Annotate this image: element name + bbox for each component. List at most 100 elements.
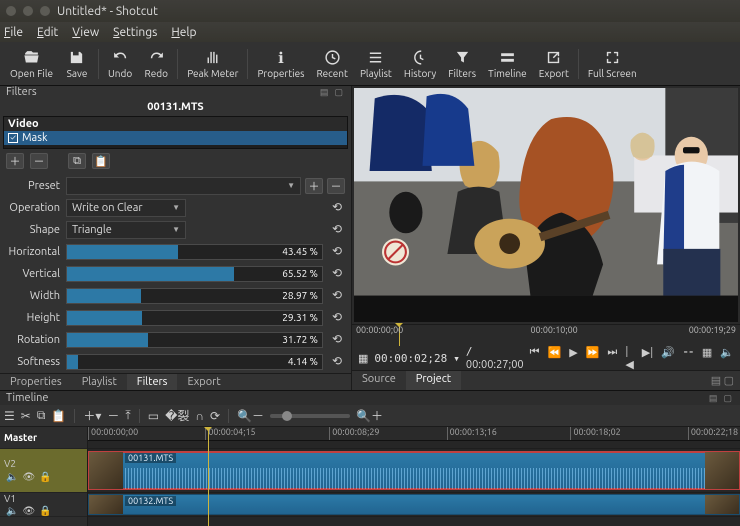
rotation-slider[interactable]: 31.72 %	[66, 332, 323, 348]
video-preview[interactable]	[354, 88, 738, 322]
menu-edit[interactable]: Edit	[37, 26, 58, 39]
undo-button[interactable]: Undo	[102, 44, 138, 84]
lane-v2[interactable]: 00131.MTS	[88, 449, 740, 493]
lane-v1[interactable]: 00132.MTS	[88, 493, 740, 517]
track-v2[interactable]: V2 🔈👁🔒	[0, 449, 87, 493]
player-ruler[interactable]: 00:00:00;00 00:00:10;00 00:00:19;29	[352, 324, 740, 346]
lock-icon[interactable]: 🔒	[39, 471, 51, 483]
tl-remove-icon[interactable]: －	[107, 407, 119, 424]
panel-controls[interactable]: ▤ ▢	[320, 87, 345, 98]
reset-icon[interactable]: ⟲	[329, 288, 345, 304]
properties-button[interactable]: ℹProperties	[251, 44, 310, 84]
tl-menu-icon[interactable]: ☰	[4, 409, 15, 423]
tl-lift-icon[interactable]: ⤒	[125, 409, 130, 423]
shape-combo[interactable]: Triangle▼	[66, 221, 186, 239]
reset-icon[interactable]: ⟲	[329, 310, 345, 326]
close-window-icon[interactable]	[6, 6, 16, 16]
menu-help[interactable]: Help	[171, 26, 196, 39]
forward-icon[interactable]: ⏩	[586, 346, 600, 371]
tab-filters[interactable]: Filters	[127, 374, 178, 390]
width-slider[interactable]: 28.97 %	[66, 288, 323, 304]
lock-icon[interactable]: 🔒	[39, 505, 51, 517]
reset-icon[interactable]: ⟲	[329, 222, 345, 238]
preset-add-button[interactable]: ＋	[305, 178, 323, 194]
menu-view[interactable]: View	[72, 26, 99, 39]
softness-slider[interactable]: 4.14 %	[66, 354, 323, 370]
open-file-button[interactable]: Open File	[4, 44, 59, 84]
timecode-toggle-icon[interactable]: ▦	[358, 352, 368, 365]
preset-combo[interactable]: ▼	[66, 177, 301, 195]
rewind-icon[interactable]: ⏪	[548, 346, 562, 371]
track-master[interactable]: Master	[0, 427, 87, 449]
next-frame-icon[interactable]: ▶|	[642, 346, 653, 371]
skip-end-icon[interactable]: ⏭	[607, 346, 617, 371]
filter-item-mask[interactable]: ✓ Mask	[4, 131, 347, 145]
reset-icon[interactable]: ⟲	[329, 354, 345, 370]
reset-icon[interactable]: ⟲	[329, 332, 345, 348]
panel-controls[interactable]: ▤ ▢	[705, 371, 740, 390]
copy-filter-button[interactable]: ⧉	[68, 153, 86, 169]
tab-source[interactable]: Source	[352, 371, 406, 390]
reset-icon[interactable]: ⟲	[329, 200, 345, 216]
peak-meter-button[interactable]: Peak Meter	[181, 44, 244, 84]
tl-split-icon[interactable]: �裂	[165, 407, 189, 424]
zoom-fit-icon[interactable]: ⁃⁃	[683, 346, 694, 371]
tl-zoom-in-icon[interactable]: 🔍＋	[356, 407, 383, 424]
mute-icon[interactable]: 🔈	[6, 471, 18, 483]
volume-icon[interactable]: 🔊	[661, 346, 675, 371]
export-button[interactable]: Export	[533, 44, 575, 84]
tab-export[interactable]: Export	[177, 374, 230, 390]
track-v1[interactable]: V1 🔈👁🔒	[0, 493, 87, 517]
paste-filter-button[interactable]: 📋	[92, 153, 110, 169]
playlist-button[interactable]: Playlist	[354, 44, 398, 84]
operation-combo[interactable]: Write on Clear▼	[66, 199, 186, 217]
skip-start-icon[interactable]: ⏮	[530, 346, 540, 371]
menu-settings[interactable]: Settings	[113, 26, 157, 39]
panel-controls[interactable]: ▤ ▢	[709, 393, 734, 404]
track-area[interactable]: 00:00:00;00 00:00:04;15 00:00:08;29 00:0…	[88, 427, 740, 526]
tab-playlist[interactable]: Playlist	[72, 374, 127, 390]
play-icon[interactable]: ▶	[569, 346, 577, 371]
vertical-slider[interactable]: 65.52 %	[66, 266, 323, 282]
preset-remove-button[interactable]: －	[327, 178, 345, 194]
reset-icon[interactable]: ⟲	[329, 266, 345, 282]
frame-arrow-icon[interactable]: ▾	[453, 352, 460, 365]
reset-icon[interactable]: ⟲	[329, 244, 345, 260]
timeline-button[interactable]: Timeline	[482, 44, 533, 84]
maximize-window-icon[interactable]	[40, 6, 50, 16]
timeline-ruler[interactable]: 00:00:00;00 00:00:04;15 00:00:08;29 00:0…	[88, 427, 740, 441]
redo-button[interactable]: Redo	[138, 44, 174, 84]
height-slider[interactable]: 29.31 %	[66, 310, 323, 326]
tab-project[interactable]: Project	[406, 371, 461, 390]
recent-button[interactable]: Recent	[310, 44, 354, 84]
tl-paste-icon[interactable]: 📋	[51, 409, 66, 423]
timeline-playhead[interactable]	[208, 427, 209, 526]
grid-icon[interactable]: ▦	[702, 346, 712, 371]
volume-toggle-icon[interactable]: 🔈	[720, 346, 734, 371]
filters-list[interactable]: Video ✓ Mask	[3, 116, 348, 149]
zoom-slider[interactable]	[270, 414, 350, 418]
full-screen-button[interactable]: Full Screen	[582, 44, 643, 84]
tab-properties[interactable]: Properties	[0, 374, 72, 390]
save-button[interactable]: Save	[59, 44, 95, 84]
remove-filter-button[interactable]: －	[30, 153, 48, 169]
checkbox-icon[interactable]: ✓	[8, 133, 18, 143]
filters-button[interactable]: Filters	[442, 44, 482, 84]
menu-file[interactable]: File	[4, 26, 23, 39]
tl-cut-icon[interactable]: ✂	[21, 409, 31, 423]
current-timecode[interactable]: 00:00:02;28	[374, 352, 447, 365]
tl-copy-icon[interactable]: ⧉	[37, 409, 46, 423]
history-button[interactable]: History	[398, 44, 442, 84]
horizontal-slider[interactable]: 43.45 %	[66, 244, 323, 260]
mute-icon[interactable]: 🔈	[6, 505, 18, 517]
minimize-window-icon[interactable]	[23, 6, 33, 16]
hide-icon[interactable]: 👁	[22, 505, 35, 517]
hide-icon[interactable]: 👁	[22, 471, 35, 483]
tl-append-icon[interactable]: ＋▾	[83, 407, 101, 424]
clip-v2[interactable]: 00131.MTS	[88, 451, 740, 490]
add-filter-button[interactable]: ＋	[6, 153, 24, 169]
prev-frame-icon[interactable]: |◀	[625, 346, 633, 371]
tl-overwrite-icon[interactable]: ▭	[148, 409, 159, 423]
tl-scrub-icon[interactable]: ⟳	[210, 409, 220, 423]
tl-snap-icon[interactable]: ∩	[195, 409, 204, 423]
